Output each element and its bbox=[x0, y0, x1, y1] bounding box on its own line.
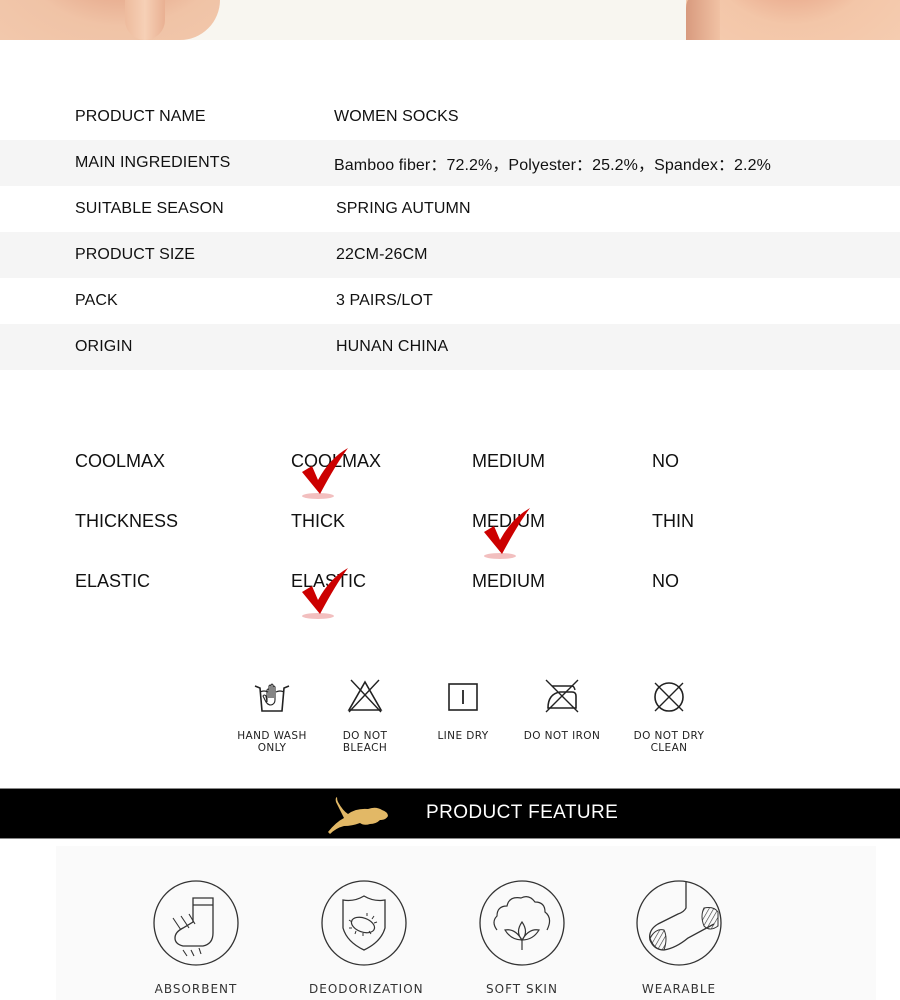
spec-label: PACK bbox=[75, 292, 118, 309]
absorbent-sock-icon bbox=[153, 880, 239, 966]
care-item-hand-wash: HAND WASH ONLY bbox=[222, 678, 322, 754]
spec-table: PRODUCT NAME WOMEN SOCKS MAIN INGREDIENT… bbox=[0, 94, 900, 370]
feature-wearable: WEARABLE bbox=[624, 878, 734, 996]
spec-value: Bamboo fiber：72.2%，Polyester：25.2%，Spand… bbox=[334, 157, 771, 174]
attribute-row: COOLMAX COOLMAX MEDIUM NO bbox=[0, 440, 900, 500]
spec-row: PACK 3 PAIRS/LOT bbox=[0, 278, 900, 324]
do-not-bleach-icon bbox=[347, 679, 383, 713]
feature-deodorization: DEODORIZATION bbox=[309, 878, 424, 996]
attribute-option: NO bbox=[652, 571, 679, 591]
attribute-name: COOLMAX bbox=[75, 451, 166, 471]
spec-row: ORIGIN HUNAN CHINA bbox=[0, 324, 900, 370]
attribute-name: ELASTIC bbox=[75, 571, 151, 591]
spec-value: SPRING AUTUMN bbox=[336, 200, 471, 217]
attribute-option: THICK bbox=[291, 511, 345, 531]
feature-label: ABSORBENT bbox=[154, 982, 238, 996]
feature-label: WEARABLE bbox=[641, 982, 717, 996]
spec-value: WOMEN SOCKS bbox=[334, 108, 459, 125]
spec-row: MAIN INGREDIENTS Bamboo fiber：72.2%，Poly… bbox=[0, 140, 900, 186]
spec-label: MAIN INGREDIENTS bbox=[75, 154, 231, 171]
spec-row: PRODUCT SIZE 22CM-26CM bbox=[0, 232, 900, 278]
care-label: DO NOT BLEACH bbox=[342, 730, 388, 754]
care-item-line-dry: LINE DRY bbox=[413, 678, 513, 742]
care-label: HAND WASH ONLY bbox=[237, 730, 307, 754]
feature-soft-skin: SOFT SKIN bbox=[467, 878, 577, 996]
spec-label: ORIGIN bbox=[75, 338, 133, 355]
attribute-grid: COOLMAX COOLMAX MEDIUM NO THICKNESS THIC… bbox=[0, 440, 900, 620]
deodorization-shield-icon bbox=[321, 880, 407, 966]
product-feature-banner: PRODUCT FEATURE bbox=[0, 788, 900, 839]
care-item-do-not-dry-clean: DO NOT DRY CLEAN bbox=[619, 678, 719, 754]
attribute-option: THIN bbox=[652, 511, 694, 531]
care-label: LINE DRY bbox=[437, 730, 489, 742]
cotton-flower-icon bbox=[479, 880, 565, 966]
care-item-do-not-bleach: DO NOT BLEACH bbox=[315, 678, 415, 754]
attribute-option: MEDIUM bbox=[472, 571, 545, 591]
feature-label: DEODORIZATION bbox=[309, 982, 424, 996]
feature-label: SOFT SKIN bbox=[486, 982, 558, 996]
spec-value: 3 PAIRS/LOT bbox=[336, 292, 433, 309]
spec-label: PRODUCT SIZE bbox=[75, 246, 196, 263]
selected-checkmark-icon bbox=[302, 568, 348, 619]
attribute-row: ELASTIC ELASTIC MEDIUM NO bbox=[0, 560, 900, 620]
selected-checkmark-icon bbox=[484, 508, 530, 559]
spec-value: HUNAN CHINA bbox=[336, 338, 449, 355]
spec-value: 22CM-26CM bbox=[336, 246, 428, 263]
spec-label: PRODUCT NAME bbox=[75, 108, 206, 125]
care-item-do-not-iron: DO NOT IRON bbox=[512, 678, 612, 742]
model-hand-right bbox=[686, 0, 720, 40]
model-face-left bbox=[0, 0, 220, 40]
model-hand-left bbox=[125, 0, 165, 40]
feature-title: PRODUCT FEATURE bbox=[426, 802, 619, 823]
spec-row: SUITABLE SEASON SPRING AUTUMN bbox=[0, 186, 900, 232]
care-label: DO NOT IRON bbox=[523, 730, 601, 742]
feature-absorbent: ABSORBENT bbox=[141, 878, 251, 996]
features-panel: ABSORBENT DEODORIZATION SOFT SKIN WEARAB… bbox=[56, 846, 876, 1000]
wearable-sock-icon bbox=[636, 880, 722, 966]
line-dry-icon bbox=[448, 683, 478, 711]
attribute-option: NO bbox=[652, 451, 679, 471]
hero-photo-strip bbox=[0, 0, 900, 40]
care-label: DO NOT DRY CLEAN bbox=[633, 730, 705, 754]
spec-row: PRODUCT NAME WOMEN SOCKS bbox=[0, 94, 900, 140]
attribute-option: MEDIUM bbox=[472, 451, 545, 471]
do-not-iron-icon bbox=[545, 679, 579, 713]
selected-checkmark-icon bbox=[302, 448, 348, 499]
lion-logo-icon bbox=[328, 797, 388, 834]
do-not-dry-clean-icon bbox=[654, 682, 684, 712]
attribute-row: THICKNESS THICK MEDIUM THIN bbox=[0, 500, 900, 560]
hand-wash-icon bbox=[254, 683, 290, 712]
spec-label: SUITABLE SEASON bbox=[75, 200, 224, 217]
attribute-name: THICKNESS bbox=[75, 511, 179, 531]
